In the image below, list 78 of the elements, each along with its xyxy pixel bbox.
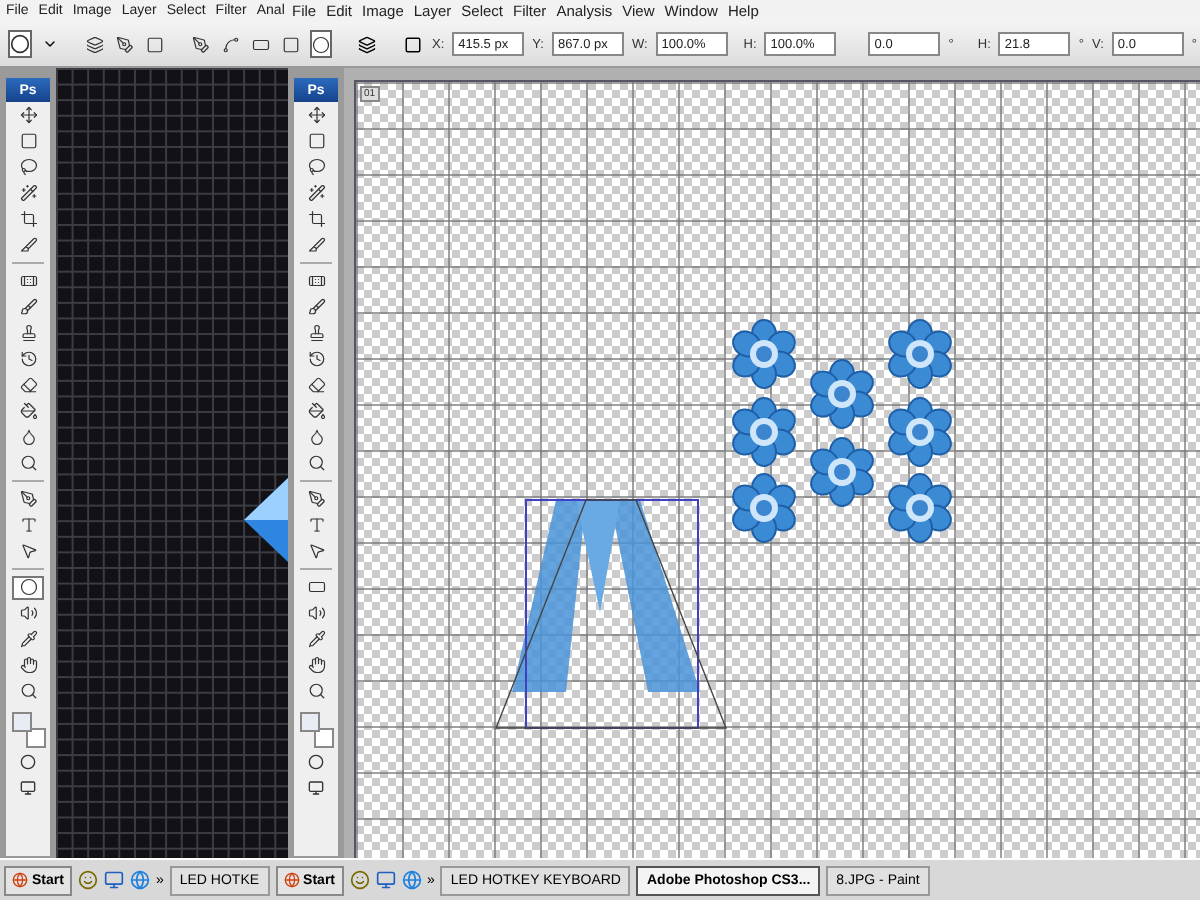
flower-drawing [888,473,952,543]
brush-icon [19,298,37,317]
eraser-icon [307,376,325,395]
rectangle-icon [307,578,325,597]
type-icon [19,516,37,535]
zoom-icon [19,682,37,701]
stamp-icon [19,324,37,343]
messenger-icon[interactable] [77,870,98,890]
eyedropper-icon [307,630,325,649]
flower-drawing [732,473,796,543]
hand-icon [19,656,37,675]
foreground-color-swatch[interactable] [300,712,320,732]
history-brush-icon [307,350,325,369]
wand-icon [19,184,37,203]
ellipse-icon [312,35,330,53]
background-color-swatch[interactable] [26,728,46,748]
move-icon [307,106,325,125]
history-brush-icon [19,350,37,369]
rounded-rectangle-icon [282,35,300,53]
monitor-icon [20,779,36,796]
desktop-icon[interactable] [103,870,124,890]
tool-preset-button[interactable] [8,30,32,58]
rectangle-icon [252,35,270,53]
monitor-icon [308,779,324,796]
speaker-icon [307,604,325,623]
desktop-icon[interactable] [375,870,395,890]
brush-icon [307,298,325,317]
flower-drawing [810,359,874,429]
drop-icon [19,428,37,447]
paint-bucket-icon [307,402,325,421]
path-icon [116,35,134,53]
shape-button[interactable] [310,30,332,58]
lasso-icon [19,158,37,177]
flower-drawing [732,397,796,467]
zoom-icon [307,682,325,701]
speaker-icon [19,604,37,623]
foreground-color-swatch[interactable] [12,712,32,732]
browser-icon[interactable] [129,870,150,890]
pen-icon [192,35,210,53]
pointer-icon [19,542,37,561]
ellipse-icon [19,578,37,597]
layers-icon [86,35,104,53]
wand-icon [307,184,325,203]
move-icon [19,106,37,125]
pointer-icon [307,542,325,561]
crop-icon [19,210,37,229]
mask-icon [20,753,36,770]
tool-button[interactable] [12,575,44,600]
bandage-icon [19,272,37,291]
knife-icon [307,236,325,255]
pen-icon [19,490,37,509]
flower-drawing [888,319,952,389]
marquee-icon [307,132,325,151]
freeform-pen-icon [222,35,240,53]
marquee-icon [19,132,37,151]
pen-icon [307,490,325,509]
type-icon [307,516,325,535]
mask-icon [308,753,324,770]
ellipse-icon [10,34,30,54]
eyedropper-icon [19,630,37,649]
drop-icon [307,428,325,447]
paint-bucket-icon [19,402,37,421]
caret-icon [42,36,58,52]
layers-icon [358,35,376,53]
flower-drawing [732,319,796,389]
lasso-icon [307,158,325,177]
diamond-icon [244,478,288,562]
bandage-icon [307,272,325,291]
messenger-icon[interactable] [349,870,369,890]
browser-icon[interactable] [401,870,421,890]
background-color-swatch[interactable] [314,728,334,748]
knife-icon [19,236,37,255]
flower-drawing [888,397,952,467]
flower-drawing [810,437,874,507]
crop-icon [307,210,325,229]
stamp-icon [307,324,325,343]
eraser-icon [19,376,37,395]
hand-icon [307,656,325,675]
